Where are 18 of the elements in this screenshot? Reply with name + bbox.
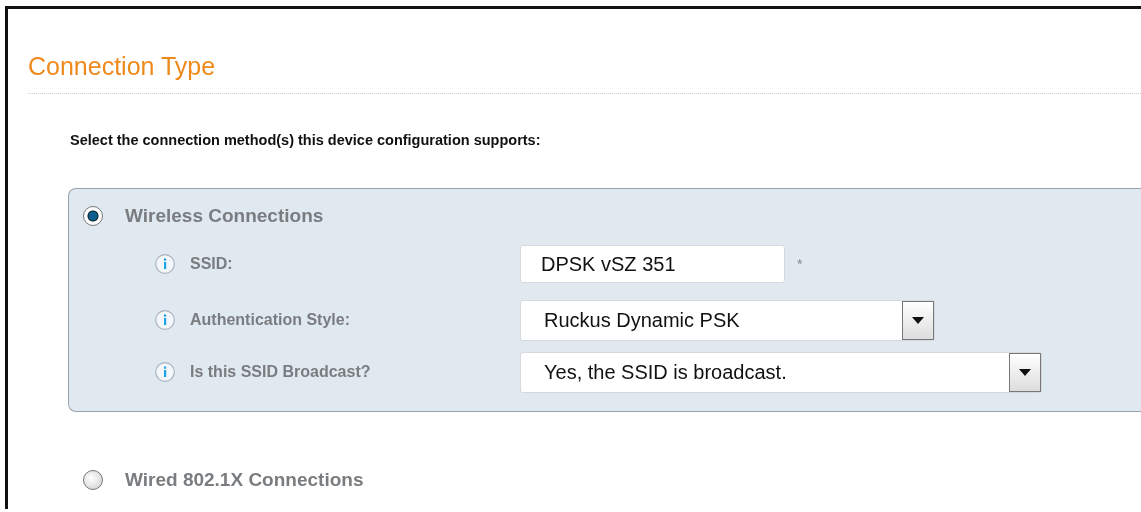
info-icon[interactable] — [155, 362, 175, 382]
info-icon[interactable] — [155, 254, 175, 274]
instruction-text: Select the connection method(s) this device configuration supports: — [70, 132, 542, 148]
caret-icon — [912, 316, 924, 324]
radio-button[interactable] — [83, 470, 103, 490]
ssid-field[interactable]: DPSK vSZ 351 — [520, 245, 785, 283]
radio-button[interactable] — [83, 206, 103, 226]
option-label: Wired 802.1X Connections — [125, 469, 364, 491]
field-label: Authentication Style: — [190, 311, 351, 329]
info-icon[interactable] — [155, 310, 175, 330]
dropdown[interactable]: Ruckus Dynamic PSK — [520, 299, 935, 341]
field-label: SSID: — [190, 255, 234, 273]
field-label: Is this SSID Broadcast? — [190, 363, 372, 381]
required-mark: * — [797, 256, 803, 272]
dropdown[interactable]: Yes, the SSID is broadcast. — [520, 351, 1042, 393]
option-label: Wireless Connections — [125, 205, 324, 227]
section-title: Connection Type — [28, 52, 1141, 94]
caret-icon — [1019, 368, 1031, 376]
